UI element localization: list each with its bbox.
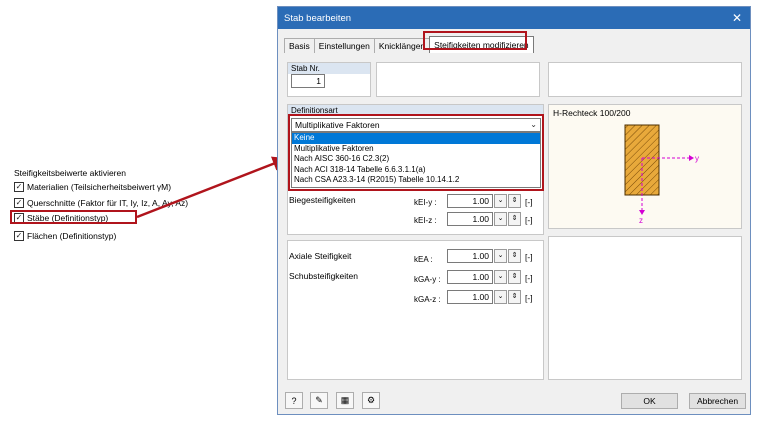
- help-icon[interactable]: ?: [285, 392, 303, 409]
- stab-nr-field[interactable]: 1: [291, 74, 325, 88]
- unit-label: [-]: [525, 215, 533, 225]
- dialog-titlebar: Stab bearbeiten: [278, 7, 750, 29]
- dialog-title: Stab bearbeiten: [284, 12, 352, 24]
- axiale-steifigkeit-label-2: Axiale Steifigkeit: [289, 251, 352, 261]
- unit-label: [-]: [525, 252, 533, 262]
- table-icon[interactable]: ▦: [336, 392, 354, 409]
- kga-y-field[interactable]: 1.00: [447, 270, 493, 284]
- kei-y-field[interactable]: 1.00: [447, 194, 493, 208]
- preview-lower-panel: [548, 236, 742, 380]
- schubsteifigkeiten-label-2: Schubsteifigkeiten: [289, 271, 358, 281]
- chevron-down-icon[interactable]: ⌄: [494, 194, 507, 208]
- spin-icon[interactable]: ⇕: [508, 249, 521, 263]
- spin-icon[interactable]: ⇕: [508, 270, 521, 284]
- unit-label: [-]: [525, 293, 533, 303]
- kea-field[interactable]: 1.00: [447, 249, 493, 263]
- biegesteifigkeiten-label: Biegesteifigkeiten: [289, 195, 356, 205]
- chevron-down-icon[interactable]: ⌄: [494, 290, 507, 304]
- arrow-to-dropdown: [136, 156, 288, 219]
- tab-basis[interactable]: Basis: [284, 38, 315, 53]
- kei-z-label: kEI-z :: [414, 216, 437, 225]
- unit-label: [-]: [525, 273, 533, 283]
- tab-einstellungen[interactable]: Einstellungen: [313, 38, 375, 53]
- dropdown-highlight-box: [288, 114, 544, 191]
- y-axis-arrow: [689, 155, 694, 161]
- axis-z-label: z: [639, 216, 643, 225]
- chevron-down-icon[interactable]: ⌄: [494, 270, 507, 284]
- kga-z-field[interactable]: 1.00: [447, 290, 493, 304]
- edit-member-dialog: Stab bearbeiten ✕ Basis Einstellungen Kn…: [277, 6, 751, 415]
- cancel-button[interactable]: Abbrechen: [689, 393, 746, 409]
- section-preview-panel: H-Rechteck 100/200 y z: [548, 104, 742, 229]
- stab-nr-label: Stab Nr.: [288, 63, 370, 74]
- unit-label: [-]: [525, 197, 533, 207]
- calculate-icon[interactable]: ⚙: [362, 392, 380, 409]
- kea-label: kEA :: [414, 255, 433, 264]
- close-icon[interactable]: ✕: [728, 9, 746, 27]
- kei-z-field[interactable]: 1.00: [447, 212, 493, 226]
- tab-knicklaengen[interactable]: Knicklängen: [373, 38, 431, 53]
- spin-icon[interactable]: ⇕: [508, 194, 521, 208]
- kei-y-label: kEI-y :: [414, 198, 437, 207]
- tab-highlight-box: [423, 31, 527, 50]
- info-panel: [376, 62, 540, 97]
- z-axis-arrow: [639, 210, 645, 215]
- info-panel-right: [548, 62, 742, 97]
- ok-button[interactable]: OK: [621, 393, 678, 409]
- kga-z-label: kGA-z :: [414, 295, 441, 304]
- edit-icon[interactable]: ✎: [310, 392, 328, 409]
- axis-y-label: y: [695, 154, 699, 163]
- chevron-down-icon[interactable]: ⌄: [494, 249, 507, 263]
- spin-icon[interactable]: ⇕: [508, 212, 521, 226]
- kga-y-label: kGA-y :: [414, 275, 441, 284]
- spin-icon[interactable]: ⇕: [508, 290, 521, 304]
- chevron-down-icon[interactable]: ⌄: [494, 212, 507, 226]
- section-drawing: [624, 124, 694, 215]
